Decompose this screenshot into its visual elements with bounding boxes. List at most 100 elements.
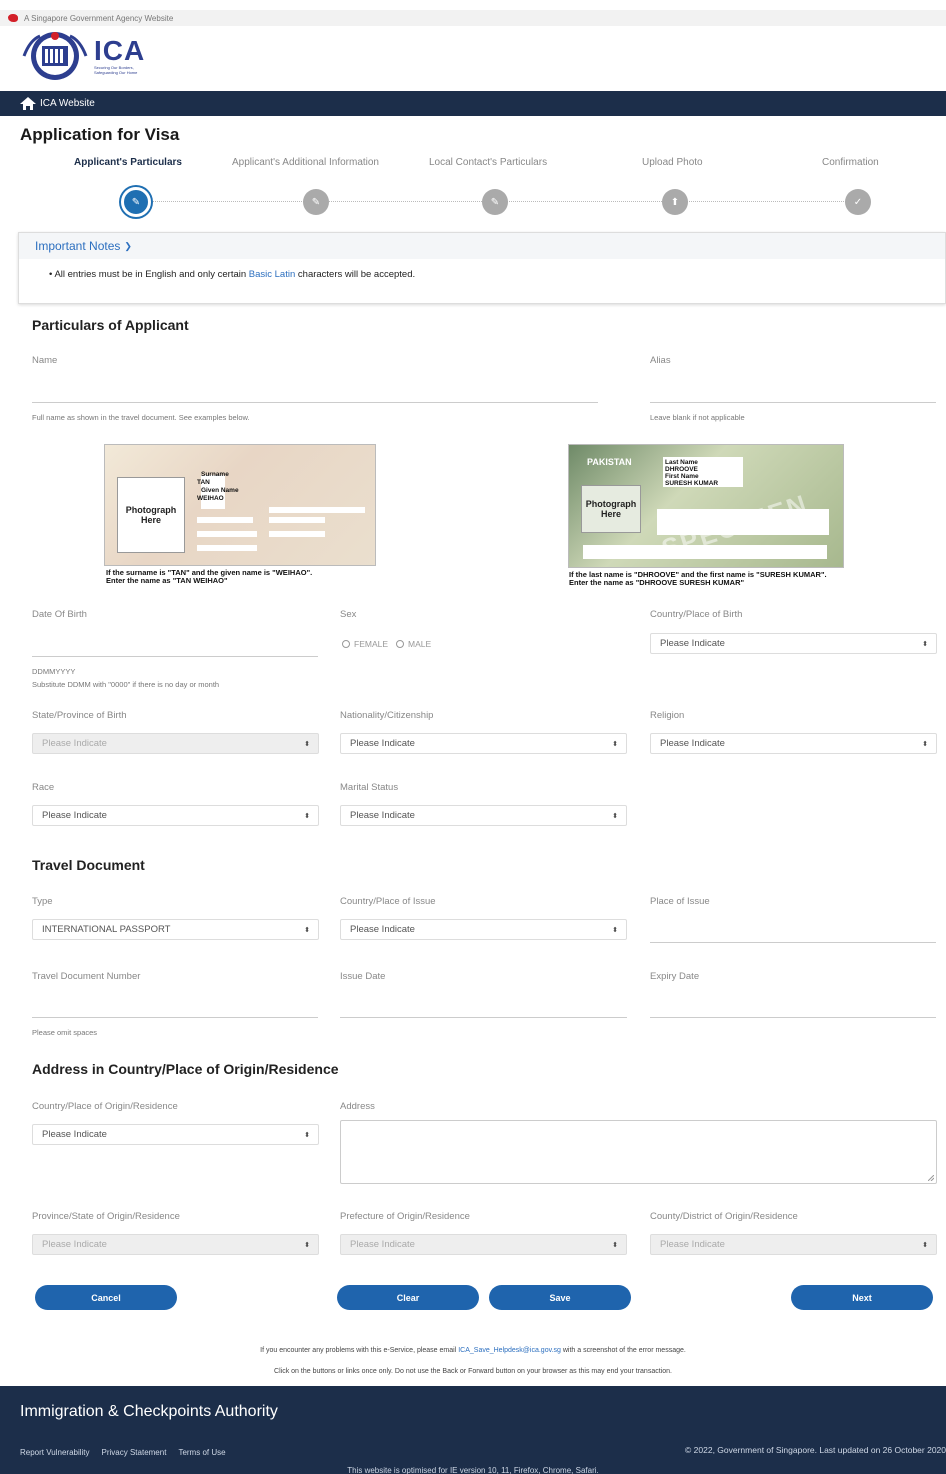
important-notes-toggle[interactable]: Important Notes ❯: [19, 233, 945, 259]
sort-arrows-icon: ⬍: [304, 1131, 310, 1139]
pencil-icon: ✎: [131, 196, 141, 208]
lion-head-icon: [8, 14, 18, 22]
footer-title: Immigration & Checkpoints Authority: [20, 1403, 278, 1420]
report-vulnerability-link[interactable]: Report Vulnerability: [20, 1448, 90, 1457]
footer-links: Report Vulnerability Privacy Statement T…: [20, 1448, 226, 1457]
passport-country-pakistan: PAKISTAN: [587, 457, 632, 467]
gov-banner: A Singapore Government Agency Website: [0, 10, 946, 26]
passport-field-bar: [269, 507, 365, 513]
step-3-indicator: ✎: [482, 189, 508, 215]
sort-arrows-icon: ⬍: [922, 740, 928, 748]
next-button[interactable]: Next: [791, 1285, 933, 1310]
terms-of-use-link[interactable]: Terms of Use: [178, 1448, 225, 1457]
country-of-residence-select[interactable]: Please Indicate ⬍: [32, 1124, 319, 1145]
step-label-applicant-particulars: Applicant's Particulars: [74, 157, 182, 168]
sort-arrows-icon: ⬍: [612, 812, 618, 820]
sex-female-radio[interactable]: [342, 640, 350, 648]
note-text-after: characters will be accepted.: [297, 269, 416, 280]
religion-select[interactable]: Please Indicate ⬍: [650, 733, 937, 754]
sort-arrows-icon: ⬍: [612, 926, 618, 934]
prefecture-select[interactable]: Please Indicate ⬍: [340, 1234, 627, 1255]
issue-date-input[interactable]: [340, 1017, 627, 1018]
gov-banner-text: A Singapore Government Agency Website: [24, 13, 174, 23]
country-of-issue-label: Country/Place of Issue: [340, 896, 436, 907]
home-icon[interactable]: [20, 97, 36, 110]
footer-copyright: © 2022, Government of Singapore. Last up…: [685, 1445, 946, 1455]
sort-arrows-icon: ⬍: [304, 926, 310, 934]
province-select[interactable]: Please Indicate ⬍: [32, 1234, 319, 1255]
important-notes-title: Important Notes: [35, 239, 121, 253]
section-title-travel-document: Travel Document: [32, 857, 145, 873]
county-label: County/District of Origin/Residence: [650, 1211, 798, 1222]
sex-female-label[interactable]: FEMALE: [354, 639, 388, 649]
place-of-issue-label: Place of Issue: [650, 896, 710, 907]
step-5-indicator: ✓: [845, 189, 871, 215]
resize-grip-icon[interactable]: [928, 1175, 934, 1181]
expiry-date-input[interactable]: [650, 1017, 936, 1018]
alias-input[interactable]: [650, 402, 936, 403]
nationality-label: Nationality/Citizenship: [340, 710, 434, 721]
sort-arrows-icon: ⬍: [304, 812, 310, 820]
document-type-label: Type: [32, 896, 53, 907]
cancel-button[interactable]: Cancel: [35, 1285, 177, 1310]
state-of-birth-label: State/Province of Birth: [32, 710, 127, 721]
race-label: Race: [32, 782, 55, 793]
ica-crest-icon: [22, 32, 88, 80]
ica-website-link[interactable]: ICA Website: [40, 98, 95, 109]
sort-arrows-icon: ⬍: [922, 640, 928, 648]
dob-input[interactable]: [32, 656, 318, 657]
help-line-email: If you encounter any problems with this …: [260, 1347, 686, 1354]
name-hint: Full name as shown in the travel documen…: [32, 413, 250, 422]
step-label-local-contact: Local Contact's Particulars: [429, 157, 548, 168]
sex-male-radio[interactable]: [396, 640, 405, 648]
save-button[interactable]: Save: [489, 1285, 631, 1310]
name-input[interactable]: [32, 402, 598, 403]
sex-label: Sex: [340, 609, 357, 620]
pencil-icon: ✎: [490, 196, 500, 208]
top-navbar: ICA Website: [0, 91, 946, 116]
document-type-select[interactable]: INTERNATIONAL PASSPORT ⬍: [32, 919, 319, 940]
passport-field-bar: [269, 517, 325, 523]
expiry-date-label: Expiry Date: [650, 971, 700, 982]
clear-button[interactable]: Clear: [337, 1285, 479, 1310]
brand-tagline: Securing Our Borders, Safeguarding Our H…: [94, 65, 138, 75]
passport-caption-tan: If the surname is "TAN" and the given na…: [106, 568, 313, 585]
passport-surname-value: TAN: [197, 479, 210, 486]
step-label-additional-info: Applicant's Additional Information: [232, 157, 379, 168]
passport-field-bar: [197, 545, 257, 551]
nationality-select[interactable]: Please Indicate ⬍: [340, 733, 627, 754]
step-1-indicator: ✎: [121, 187, 151, 217]
ica-logo[interactable]: ICA Securing Our Borders, Safeguarding O…: [20, 30, 154, 82]
footer-browser-note: This website is optimised for IE version…: [347, 1466, 599, 1474]
document-number-input[interactable]: [32, 1017, 318, 1018]
passport-example-tan: Photograph Here Surname TAN Given Name W…: [104, 444, 376, 566]
note-text-before: All entries must be in English and only …: [54, 269, 247, 280]
address-textarea[interactable]: [340, 1120, 937, 1184]
county-select[interactable]: Please Indicate ⬍: [650, 1234, 937, 1255]
marital-status-select[interactable]: Please Indicate ⬍: [340, 805, 627, 826]
race-select[interactable]: Please Indicate ⬍: [32, 805, 319, 826]
step-2-indicator: ✎: [303, 189, 329, 215]
helpdesk-email-link[interactable]: ICA_Save_Helpdesk@ica.gov.sg: [458, 1347, 561, 1354]
state-of-birth-select[interactable]: Please Indicate ⬍: [32, 733, 319, 754]
basic-latin-link[interactable]: Basic Latin: [249, 269, 295, 280]
sort-arrows-icon: ⬍: [612, 1241, 618, 1249]
religion-label: Religion: [650, 710, 685, 721]
place-of-issue-input[interactable]: [650, 942, 936, 943]
name-label: Name: [32, 355, 58, 366]
privacy-statement-link[interactable]: Privacy Statement: [102, 1448, 167, 1457]
sort-arrows-icon: ⬍: [922, 1241, 928, 1249]
sex-male-label[interactable]: MALE: [408, 639, 431, 649]
dob-substitute-hint: Substitute DDMM with "0000" if there is …: [32, 680, 220, 689]
section-title-particulars: Particulars of Applicant: [32, 317, 189, 333]
upload-icon: ⬆: [670, 196, 680, 208]
country-of-issue-select[interactable]: Please Indicate ⬍: [340, 919, 627, 940]
document-number-label: Travel Document Number: [32, 971, 141, 982]
country-of-birth-select[interactable]: Please Indicate ⬍: [650, 633, 937, 654]
sort-arrows-icon: ⬍: [612, 740, 618, 748]
passport-photo-placeholder: Photograph Here: [581, 485, 641, 533]
passport-photo-placeholder: Photograph Here: [117, 477, 185, 553]
passport-first-value: SURESH KUMAR: [665, 480, 719, 487]
sex-radio-group: FEMALE MALE: [342, 639, 431, 649]
passport-surname-label: Surname: [201, 471, 229, 478]
